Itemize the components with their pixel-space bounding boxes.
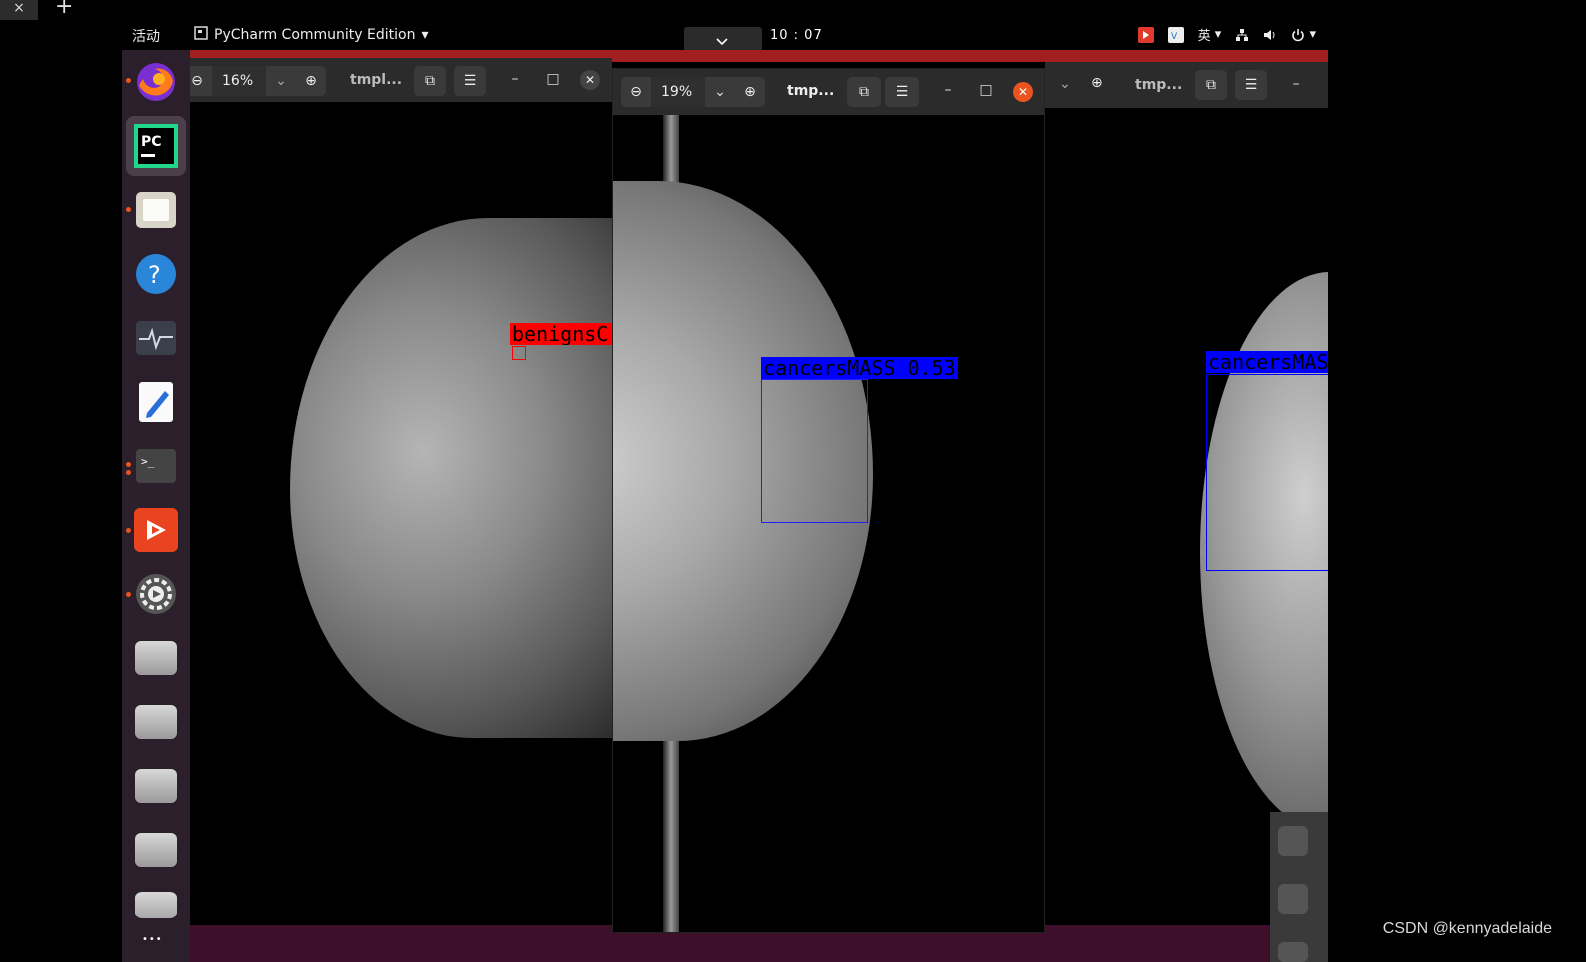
watermark: CSDN @kennyadelaide [1382, 920, 1552, 937]
zoom-out-icon[interactable]: ⊖ [190, 73, 212, 89]
svg-text:V: V [1171, 32, 1178, 42]
pycharm-small-icon [194, 26, 208, 44]
system-monitor-icon[interactable] [134, 316, 178, 360]
pycharm-label: PC [141, 134, 162, 150]
menu-icon[interactable]: ☰ [454, 66, 486, 96]
chevron-down-icon[interactable]: ⌄ [266, 73, 296, 89]
menu-icon[interactable]: ☰ [885, 77, 919, 107]
window-title: tmp... [787, 83, 835, 99]
zoom-in-icon[interactable]: ⊕ [296, 73, 326, 89]
image-viewer-window-3: ⌄ ⊕ tmp... ⧉ ☰ – cancersMASS [1045, 62, 1328, 925]
volume-icon[interactable] [1263, 28, 1277, 42]
host-tab-bar [0, 0, 1586, 20]
host-close-button[interactable]: × [0, 0, 38, 20]
drive-icon[interactable] [134, 764, 178, 808]
detection-label: cancersMASS [1206, 351, 1328, 373]
detection-box [1206, 374, 1328, 571]
vscode-tray-icon[interactable]: V [1167, 26, 1184, 43]
zoom-in-icon[interactable]: ⊕ [735, 84, 765, 100]
app-menu[interactable]: PyCharm Community Edition ▾ [194, 26, 429, 44]
app-menu-label: PyCharm Community Edition [214, 27, 416, 43]
help-icon[interactable]: ? [134, 252, 178, 296]
image-viewer-window-2: ⊖ 19% ⌄ ⊕ tmp... ⧉ ☰ – □ ✕ cancersMASS 0… [612, 68, 1045, 933]
activities-button[interactable]: 活动 [132, 26, 160, 46]
anydesk-icon[interactable] [1278, 826, 1308, 856]
window-title: tmp... [1135, 77, 1183, 93]
maximize-button[interactable]: □ [542, 71, 564, 87]
zoom-control: ⊖ 16% ⌄ ⊕ [190, 66, 326, 96]
window-3-header: ⌄ ⊕ tmp... ⧉ ☰ – [1045, 62, 1328, 108]
zoom-value[interactable]: 19% [651, 77, 705, 107]
dock: PC ? >_ ••• [122, 50, 190, 962]
window-title: tmpl... [350, 72, 403, 88]
zoom-value[interactable]: 16% [212, 66, 266, 96]
svg-text:?: ? [148, 261, 161, 289]
network-icon[interactable] [1235, 28, 1249, 42]
rotate-icon[interactable]: ⧉ [1195, 70, 1227, 100]
pycharm-icon[interactable]: PC [126, 116, 186, 176]
text-editor-icon[interactable] [134, 380, 178, 424]
running-indicator [126, 78, 131, 83]
running-indicator [126, 592, 131, 597]
rotate-icon[interactable]: ⧉ [414, 66, 446, 96]
input-method-label: 英 [1197, 29, 1211, 44]
detection-label: cancersMASS 0.53 [761, 357, 958, 379]
window-1-header: ⊖ 16% ⌄ ⊕ tmpl... ⧉ ☰ – □ ✕ [190, 58, 612, 102]
minimize-button[interactable]: – [937, 82, 959, 98]
power-icon[interactable]: ▾ [1291, 27, 1316, 42]
drive-icon[interactable] [134, 700, 178, 744]
mammogram-image [290, 218, 612, 738]
window-2-header: ⊖ 19% ⌄ ⊕ tmp... ⧉ ☰ – □ ✕ [613, 69, 1044, 115]
drive-icon[interactable] [134, 828, 178, 872]
zoom-control: ⊖ 19% ⌄ ⊕ [621, 77, 765, 107]
drive-icon[interactable] [134, 636, 178, 680]
settings-icon[interactable] [134, 572, 178, 616]
anydesk-icon[interactable] [134, 508, 178, 552]
minimize-button[interactable]: – [504, 71, 526, 87]
svg-text:>_: >_ [141, 455, 155, 468]
close-button[interactable]: ✕ [580, 70, 600, 90]
running-indicator [126, 528, 131, 533]
anydesk-icon[interactable] [1278, 942, 1308, 962]
detection-label: benignsC [510, 323, 612, 345]
anydesk-tray-icon[interactable] [1137, 26, 1154, 43]
firefox-icon[interactable] [134, 60, 178, 104]
drive-icon[interactable] [134, 892, 178, 918]
running-indicator [126, 462, 131, 467]
host-add-tab-button[interactable]: + [55, 0, 75, 18]
maximize-button[interactable]: □ [975, 82, 997, 98]
running-indicator [126, 207, 131, 212]
chevron-down-icon[interactable]: ⌄ [705, 84, 735, 100]
detection-box [761, 379, 868, 523]
anydesk-icon[interactable] [1278, 884, 1308, 914]
terminal-icon[interactable]: >_ [134, 444, 178, 488]
input-method-indicator[interactable]: 英 ▾ [1198, 25, 1222, 44]
chevron-down-icon[interactable]: ⌄ [1059, 76, 1071, 92]
files-icon[interactable] [134, 188, 178, 232]
clock[interactable]: 10 : 07 [770, 28, 823, 43]
side-panel [1270, 812, 1328, 962]
show-apps-button[interactable]: ••• [142, 934, 163, 945]
image-viewer-window-1: ⊖ 16% ⌄ ⊕ tmpl... ⧉ ☰ – □ ✕ benignsC [190, 58, 612, 925]
zoom-out-icon[interactable]: ⊖ [621, 84, 651, 100]
close-button[interactable]: ✕ [1013, 82, 1033, 102]
system-tray: V 英 ▾ ▾ [1137, 25, 1316, 44]
zoom-in-icon[interactable]: ⊕ [1091, 75, 1103, 91]
rotate-icon[interactable]: ⧉ [847, 77, 881, 107]
menu-icon[interactable]: ☰ [1235, 70, 1267, 100]
chevron-down-icon [716, 38, 728, 46]
minimize-button[interactable]: – [1285, 76, 1307, 92]
chevron-down-icon: ▾ [421, 27, 429, 43]
gnome-top-bar: 活动 PyCharm Community Edition ▾ 10 : 07 V… [122, 20, 1328, 57]
detection-box [512, 346, 526, 360]
running-indicator [126, 470, 131, 475]
